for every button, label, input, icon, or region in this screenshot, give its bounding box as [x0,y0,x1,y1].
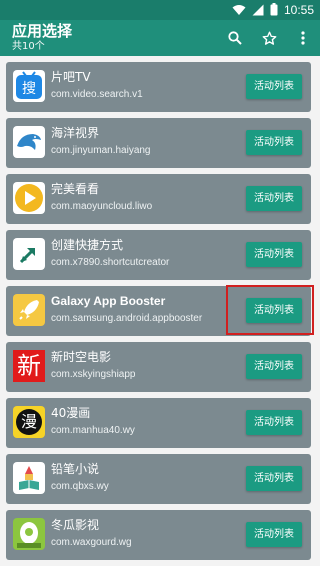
app-name: 完美看看 [51,182,100,196]
rocket-icon [13,294,45,326]
list-item[interactable]: 漫 40漫画 com.manhua40.wy 活动列表 [6,398,311,448]
list-item[interactable]: 搜 片吧TV com.video.search.v1 活动列表 [6,62,311,112]
page-title: 应用选择 [12,22,73,40]
app-name: 新时空电影 [51,350,112,364]
app-package: com.maoyuncloud.liwo [51,201,153,212]
page-subtitle: 共10个 [12,41,45,52]
list-item[interactable]: 创建快捷方式 com.x7890.shortcutcreator 活动列表 [6,230,311,280]
activity-list-button[interactable]: 活动列表 [246,522,302,547]
more-vert-icon [301,31,305,45]
activity-list-button[interactable]: 活动列表 [246,130,302,155]
app-package: com.manhua40.wy [51,425,135,436]
activity-list-button[interactable]: 活动列表 [246,466,302,491]
app-name: 铅笔小说 [51,462,100,476]
app-bar-actions [218,20,320,56]
more-options-button[interactable] [286,20,320,56]
activity-list-button[interactable]: 活动列表 [246,410,302,435]
pianba-tv-icon: 搜 [13,70,45,102]
app-name: 40漫画 [51,406,91,420]
activity-list-button[interactable]: 活动列表 [246,242,302,267]
app-package: com.video.search.v1 [51,89,143,100]
app-name: 创建快捷方式 [51,238,124,252]
app-package: com.x7890.shortcutcreator [51,257,170,268]
app-name: 海洋视界 [51,126,100,140]
list-item[interactable]: 冬瓜影视 com.waxgourd.wg 活动列表 [6,510,311,560]
highlight-box [226,285,314,335]
favorite-button[interactable] [252,20,286,56]
activity-list-button[interactable]: 活动列表 [246,354,302,379]
app-bar: 应用选择 共10个 [0,20,320,56]
app-package: com.jinyuman.haiyang [51,145,151,156]
shortcut-arrow-icon [13,238,45,270]
status-icons: 10:55 [232,2,314,18]
app-package: com.waxgourd.wg [51,537,132,548]
battery-icon [270,1,278,20]
play-circle-icon [13,182,45,214]
status-time: 10:55 [283,3,314,17]
list-item[interactable]: 铅笔小说 com.qbxs.wy 活动列表 [6,454,311,504]
dolphin-icon [13,126,45,158]
pencil-book-icon [13,462,45,494]
list-item[interactable]: 海洋视界 com.jinyuman.haiyang 活动列表 [6,118,311,168]
app-name: 片吧TV [51,70,91,84]
activity-list-button[interactable]: 活动列表 [246,186,302,211]
wax-gourd-icon [13,518,45,550]
signal-icon [252,1,264,20]
svg-text:搜: 搜 [22,81,36,97]
app-package: com.qbxs.wy [51,481,109,492]
app-name: Galaxy App Booster [51,294,166,308]
status-bar: 10:55 [0,0,320,20]
app-name: 冬瓜影视 [51,518,100,532]
xin-character-icon: 新 [13,350,45,382]
star-icon [262,31,277,46]
app-package: com.xskyingshiapp [51,369,136,380]
activity-list-button[interactable]: 活动列表 [246,74,302,99]
list-item[interactable]: 新 新时空电影 com.xskyingshiapp 活动列表 [6,342,311,392]
app-package: com.samsung.android.appbooster [51,313,203,324]
wifi-icon [232,1,246,20]
search-icon [228,31,242,45]
list-item[interactable]: 完美看看 com.maoyuncloud.liwo 活动列表 [6,174,311,224]
search-button[interactable] [218,20,252,56]
manhua-comic-icon: 漫 [13,406,45,438]
